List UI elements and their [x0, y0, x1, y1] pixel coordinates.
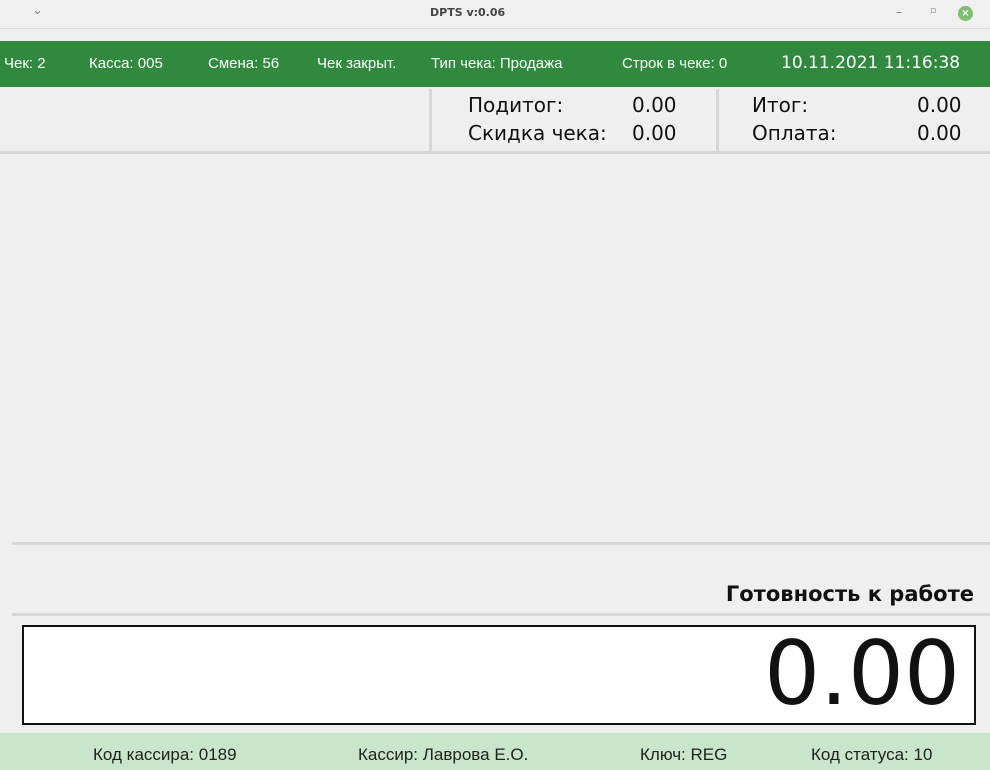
totals-panel: Подитог: 0.00 Скидка чека: 0.00 Итог: 0.…: [0, 89, 990, 154]
shift-number: Смена: 56: [208, 55, 280, 72]
amount-value: 0.00: [764, 622, 960, 725]
check-state: Чек закрыт.: [317, 55, 397, 72]
window-title: DPTS v:0.06: [430, 6, 506, 19]
cashier-code: Код кассира: 0189: [93, 745, 237, 764]
cashier-name: Кассир: Лаврова Е.О.: [358, 745, 529, 764]
check-type: Тип чека: Продажа: [431, 55, 563, 72]
status-bar: Код кассира: 0189 Кассир: Лаврова Е.О. К…: [0, 733, 990, 770]
discount-value: 0.00: [632, 121, 677, 145]
close-button[interactable]: ×: [958, 6, 973, 21]
title-bar: ⌄ DPTS v:0.06 – ▫ ×: [0, 0, 990, 29]
payment-value: 0.00: [917, 121, 962, 145]
status-message: Готовность к работе: [725, 582, 974, 606]
check-info-bar: Чек: 2 Касса: 005 Смена: 56 Чек закрыт. …: [0, 41, 990, 87]
check-items-list[interactable]: [0, 154, 990, 545]
minimize-button[interactable]: –: [896, 5, 902, 19]
key-mode: Ключ: REG: [640, 745, 728, 764]
amount-display: 0.00: [22, 622, 976, 725]
status-code: Код статуса: 10: [811, 745, 933, 764]
subtotal-label: Подитог:: [468, 93, 564, 117]
payment-label: Оплата:: [752, 121, 837, 145]
divider: [716, 89, 719, 151]
total-label: Итог:: [752, 93, 809, 117]
rows-count: Строк в чеке: 0: [622, 55, 728, 72]
restore-button[interactable]: ▫: [930, 6, 936, 16]
total-value: 0.00: [917, 93, 962, 117]
divider: [429, 89, 432, 151]
datetime: 10.11.2021 11:16:38: [781, 53, 961, 73]
chevron-down-icon[interactable]: ⌄: [32, 3, 43, 18]
register-number: Касса: 005: [89, 55, 163, 72]
subtotal-value: 0.00: [632, 93, 677, 117]
check-number: Чек: 2: [4, 55, 46, 72]
discount-label: Скидка чека:: [468, 121, 607, 145]
status-panel: Готовность к работе: [12, 545, 990, 616]
